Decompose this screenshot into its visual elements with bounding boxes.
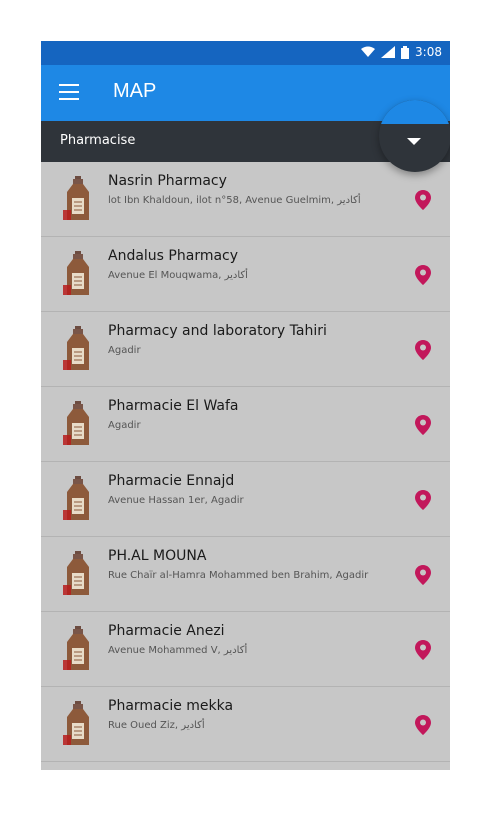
medicine-bottle-icon [63,326,89,370]
app-screen: 3:08 MAP Pharmacise Nasrin Pharmacy lot … [41,41,450,770]
location-pin-icon[interactable] [415,415,431,435]
wifi-icon [361,46,376,57]
category-label: Pharmacise [60,133,136,148]
medicine-bottle-icon [63,626,89,670]
list-item[interactable]: Pharmacie Ennajd Avenue Hassan 1er, Agad… [41,462,450,537]
medicine-bottle-icon [63,176,89,220]
battery-icon [401,45,410,59]
medicine-bottle-icon [63,401,89,445]
pharmacy-name: Nasrin Pharmacy [108,173,227,189]
list-item[interactable]: Nasrin Pharmacy lot Ibn Khaldoun, ilot n… [41,162,450,237]
list-item[interactable]: Pharmacie mekka Rue Oued Ziz, أكادير [41,687,450,762]
list-item[interactable]: PH.AL MOUNA Rue Chaïr al-Hamra Mohammed … [41,537,450,612]
list-item[interactable]: Pharmacie Anezi Avenue Mohammed V, أكادي… [41,612,450,687]
pharmacy-address: Rue Chaïr al-Hamra Mohammed ben Brahim, … [108,570,369,581]
status-bar: 3:08 [41,41,450,65]
pharmacy-name: Pharmacie El Wafa [108,398,239,414]
hamburger-menu-icon[interactable] [59,84,79,100]
medicine-bottle-icon [63,551,89,595]
pharmacy-name: Andalus Pharmacy [108,248,239,264]
pharmacy-address: lot Ibn Khaldoun, ilot n°58, Avenue Guel… [108,195,361,206]
pharmacy-address: Agadir [108,420,141,431]
location-pin-icon[interactable] [415,490,431,510]
location-pin-icon[interactable] [415,565,431,585]
pharmacy-name: Pharmacie Anezi [108,623,225,639]
list-item[interactable]: Pharmacy and laboratory Tahiri Agadir [41,312,450,387]
medicine-bottle-icon [63,251,89,295]
signal-icon [381,46,396,58]
location-pin-icon[interactable] [415,340,431,360]
location-pin-icon[interactable] [415,265,431,285]
pharmacy-name: Pharmacie mekka [108,698,234,714]
pharmacy-address: Rue Oued Ziz, أكادير [108,720,205,731]
location-pin-icon[interactable] [415,715,431,735]
list-item[interactable]: Pharmacie El Wafa Agadir [41,387,450,462]
pharmacy-list: Nasrin Pharmacy lot Ibn Khaldoun, ilot n… [41,162,450,762]
pharmacy-address: Avenue El Mouqwama, أكادير [108,270,248,281]
pharmacy-address: Agadir [108,345,141,356]
pharmacy-address: Avenue Mohammed V, أكادير [108,645,248,656]
medicine-bottle-icon [63,701,89,745]
pharmacy-address: Avenue Hassan 1er, Agadir [108,495,244,506]
status-time: 3:08 [415,45,442,59]
medicine-bottle-icon [63,476,89,520]
location-pin-icon[interactable] [415,190,431,210]
location-pin-icon[interactable] [415,640,431,660]
chevron-down-icon [407,138,421,145]
pharmacy-name: Pharmacy and laboratory Tahiri [108,323,327,339]
pharmacy-name: Pharmacie Ennajd [108,473,235,489]
list-item[interactable]: Andalus Pharmacy Avenue El Mouqwama, أكا… [41,237,450,312]
pharmacy-name: PH.AL MOUNA [108,548,207,564]
page-title: MAP [113,80,157,102]
